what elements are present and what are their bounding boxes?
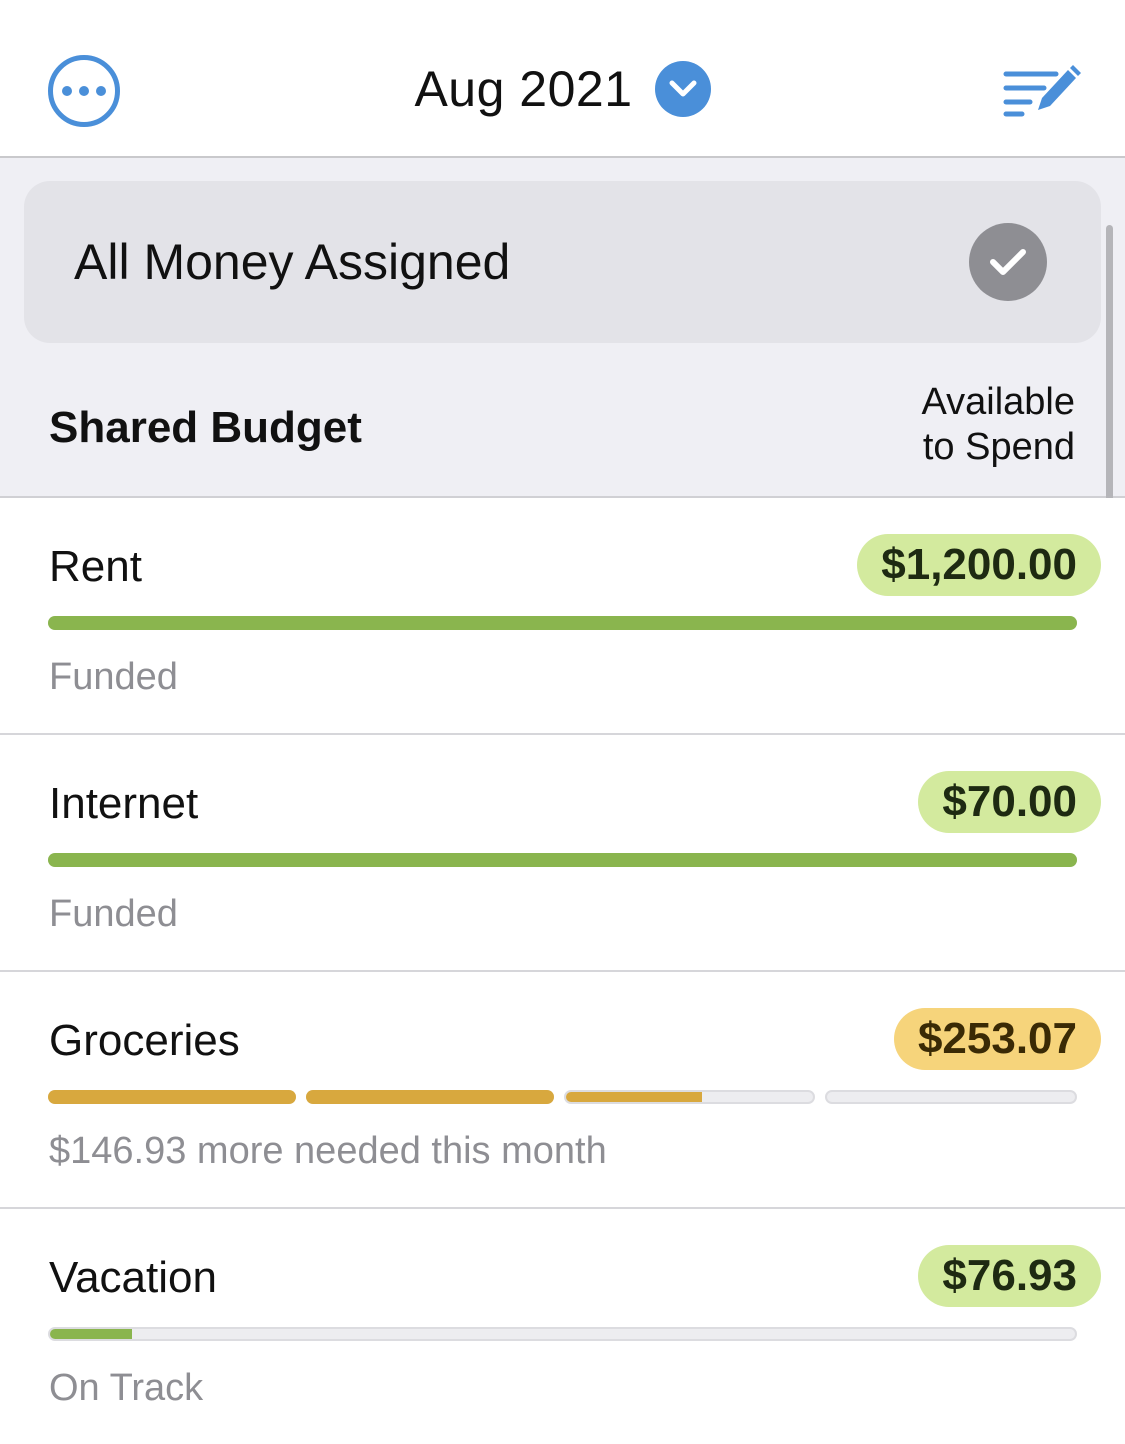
category-row[interactable]: Internet $70.00 Funded: [0, 735, 1125, 972]
scrollbar[interactable]: [1106, 225, 1113, 537]
funding-progress-bar: [48, 1090, 1077, 1104]
progress-segment: [563, 1090, 816, 1104]
edit-budget-button[interactable]: [1002, 60, 1082, 122]
funding-progress-bar: [48, 616, 1077, 630]
progress-segment: [305, 1090, 554, 1104]
top-nav-bar: Aug 2021: [0, 0, 1125, 158]
category-row[interactable]: Rent $1,200.00 Funded: [0, 498, 1125, 735]
progress-segment: [48, 1090, 296, 1104]
edit-list-icon: [1003, 65, 1081, 117]
category-name: Groceries: [49, 1016, 240, 1065]
available-column-header: Available to Spend: [921, 381, 1075, 468]
available-amount-badge[interactable]: $76.93: [918, 1245, 1101, 1307]
category-name: Vacation: [49, 1253, 217, 1302]
month-selector[interactable]: Aug 2021: [0, 60, 1125, 118]
category-status: $146.93 more needed this month: [49, 1130, 607, 1172]
available-amount-badge[interactable]: $1,200.00: [857, 534, 1101, 596]
progress-segment: [48, 616, 1077, 630]
budget-summary-area: All Money Assigned Shared Budget Availab…: [0, 158, 1125, 498]
progress-segment: [48, 853, 1077, 867]
month-title: Aug 2021: [414, 61, 633, 117]
category-row[interactable]: Vacation $76.93 On Track: [0, 1209, 1125, 1444]
all-money-assigned-banner[interactable]: All Money Assigned: [24, 181, 1101, 343]
assigned-status-label: All Money Assigned: [74, 234, 511, 290]
category-status: On Track: [49, 1367, 204, 1409]
chevron-down-icon: [654, 61, 711, 117]
progress-segment: [825, 1090, 1077, 1104]
budget-group-title: Shared Budget: [49, 403, 362, 452]
category-row[interactable]: Groceries $253.07 $146.93 more needed this…: [0, 972, 1125, 1209]
category-name: Internet: [49, 779, 199, 828]
checkmark-icon: [969, 223, 1047, 301]
category-name: Rent: [49, 542, 142, 591]
progress-segment: [48, 1327, 1077, 1341]
category-status: Funded: [49, 656, 178, 698]
category-status: Funded: [49, 893, 178, 935]
funding-progress-bar: [48, 1327, 1077, 1341]
available-amount-badge[interactable]: $70.00: [918, 771, 1101, 833]
available-amount-badge[interactable]: $253.07: [893, 1008, 1101, 1070]
funding-progress-bar: [48, 853, 1077, 867]
